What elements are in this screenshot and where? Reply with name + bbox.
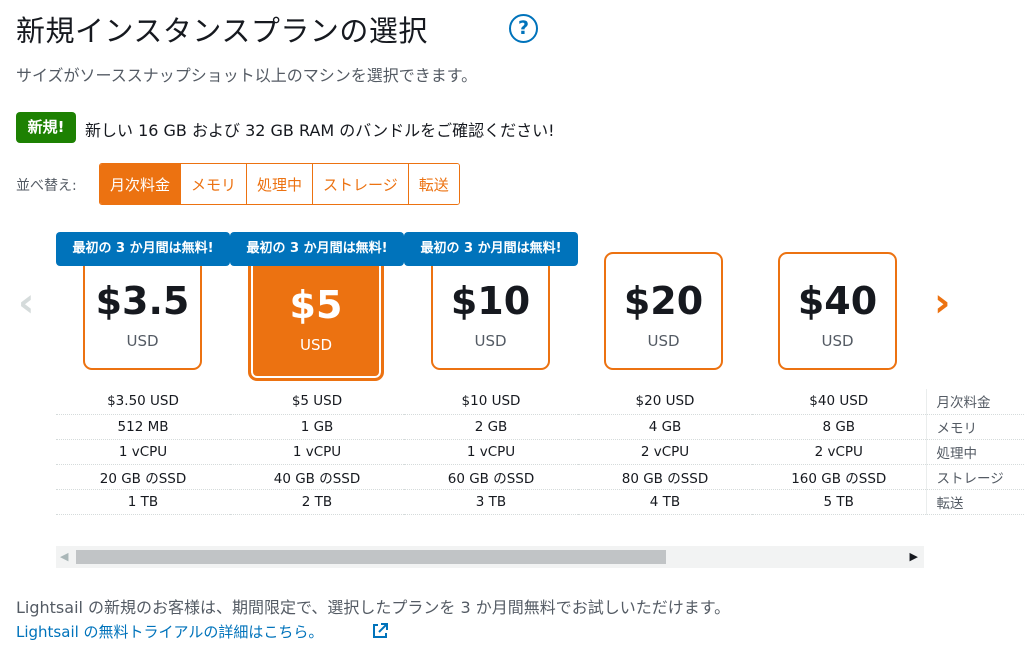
plan-currency: USD [299, 336, 333, 354]
plan-currency: USD [647, 332, 680, 350]
plan-card-10[interactable]: $10 USD [431, 252, 550, 370]
spec-row-label: メモリ [925, 414, 1024, 440]
free-trial-tag: 最初の 3 か月間は無料! [56, 232, 230, 266]
spec-cell: 80 GB のSSD [578, 464, 752, 490]
spec-cell: 2 TB [230, 489, 404, 515]
free-trial-details-link[interactable]: Lightsail の無料トライアルの詳細はこちら。 [16, 621, 323, 642]
plan-price: $5 [289, 283, 343, 327]
scroll-left-icon[interactable]: ◀ [60, 550, 68, 563]
scroll-right-icon[interactable]: ▶ [910, 550, 918, 563]
spec-cell: 8 GB [752, 414, 926, 440]
spec-cell: 40 GB のSSD [230, 464, 404, 490]
plan-card-20[interactable]: $20 USD [604, 252, 723, 370]
spec-row-label: 月次料金 [925, 389, 1024, 415]
spec-cell: 1 vCPU [56, 439, 230, 465]
spec-cell: 1 vCPU [230, 439, 404, 465]
free-trial-tag: 最初の 3 か月間は無料! [230, 232, 404, 266]
table-row: 1 vCPU 1 vCPU 1 vCPU 2 vCPU 2 vCPU 処理中 [56, 439, 1024, 465]
table-row: 20 GB のSSD 40 GB のSSD 60 GB のSSD 80 GB の… [56, 464, 1024, 490]
page-subtitle: サイズがソーススナップショット以上のマシンを選択できます。 [16, 66, 478, 85]
horizontal-scrollbar[interactable]: ◀ ▶ [56, 546, 924, 568]
plan-card-3-5[interactable]: $3.5 USD [83, 252, 202, 370]
plan-currency: USD [474, 332, 507, 350]
sort-storage-button[interactable]: ストレージ [313, 164, 409, 204]
plan-specs-table: $3.50 USD $5 USD $10 USD $20 USD $40 USD… [56, 389, 1024, 515]
spec-cell: 4 TB [578, 489, 752, 515]
spec-cell: $5 USD [230, 389, 404, 415]
free-trial-tag: 最初の 3 か月間は無料! [404, 232, 578, 266]
sort-transfer-button[interactable]: 転送 [408, 164, 459, 204]
plan-currency: USD [821, 332, 854, 350]
next-plans-icon[interactable]: › [934, 283, 950, 323]
spec-cell: 512 MB [56, 414, 230, 440]
spec-cell: 2 vCPU [752, 439, 926, 465]
spec-cell: $20 USD [578, 389, 752, 415]
spec-cell: 60 GB のSSD [404, 464, 578, 490]
previous-plans-icon[interactable]: ‹ [18, 283, 34, 323]
spec-cell: $10 USD [404, 389, 578, 415]
table-row: 1 TB 2 TB 3 TB 4 TB 5 TB 転送 [56, 489, 1024, 515]
sort-monthly-price-button[interactable]: 月次料金 [100, 164, 182, 204]
spec-row-label: ストレージ [925, 464, 1024, 490]
table-row: 512 MB 1 GB 2 GB 4 GB 8 GB メモリ [56, 414, 1024, 440]
spec-cell: 5 TB [752, 489, 926, 515]
spec-cell: 4 GB [578, 414, 752, 440]
spec-row-label: 転送 [925, 489, 1024, 515]
scrollbar-thumb[interactable] [76, 550, 666, 564]
plan-column: $20 USD [577, 232, 751, 382]
spec-cell: 2 GB [404, 414, 578, 440]
sort-button-group: 月次料金 メモリ 処理中 ストレージ 転送 [99, 163, 460, 205]
plan-price: $20 [623, 279, 704, 323]
spec-cell: 1 GB [230, 414, 404, 440]
spec-cell: $40 USD [752, 389, 926, 415]
free-trial-notice: Lightsail の新規のお客様は、期間限定で、選択したプランを 3 か月間無… [16, 598, 731, 617]
spec-cell: 1 TB [56, 489, 230, 515]
plan-column: 最初の 3 か月間は無料! $5 USD [230, 232, 404, 382]
plan-price: $3.5 [95, 279, 190, 323]
plan-card-5-selected[interactable]: $5 USD [248, 251, 384, 381]
sort-label: 並べ替え: [16, 178, 77, 194]
spec-cell: 160 GB のSSD [752, 464, 926, 490]
plan-card-40[interactable]: $40 USD [778, 252, 897, 370]
sort-processing-button[interactable]: 処理中 [247, 164, 314, 204]
plan-price: $10 [450, 279, 531, 323]
spec-cell: 3 TB [404, 489, 578, 515]
spec-cell: 2 vCPU [578, 439, 752, 465]
help-icon[interactable]: ? [509, 14, 538, 43]
external-link-icon[interactable] [371, 622, 389, 640]
plan-price: $40 [797, 279, 878, 323]
page-title: 新規インスタンスプランの選択 [16, 14, 428, 48]
new-badge: 新規! [16, 112, 76, 143]
plan-column: 最初の 3 か月間は無料! $3.5 USD [56, 232, 230, 382]
spec-cell: $3.50 USD [56, 389, 230, 415]
spec-row-label: 処理中 [925, 439, 1024, 465]
announcement-text: 新しい 16 GB および 32 GB RAM のバンドルをご確認ください! [85, 121, 555, 140]
table-row: $3.50 USD $5 USD $10 USD $20 USD $40 USD… [56, 389, 1024, 415]
sort-memory-button[interactable]: メモリ [181, 164, 248, 204]
plan-column: 最初の 3 か月間は無料! $10 USD [404, 232, 578, 382]
spec-cell: 20 GB のSSD [56, 464, 230, 490]
plan-currency: USD [126, 332, 159, 350]
spec-cell: 1 vCPU [404, 439, 578, 465]
plan-column: $40 USD [751, 232, 925, 382]
